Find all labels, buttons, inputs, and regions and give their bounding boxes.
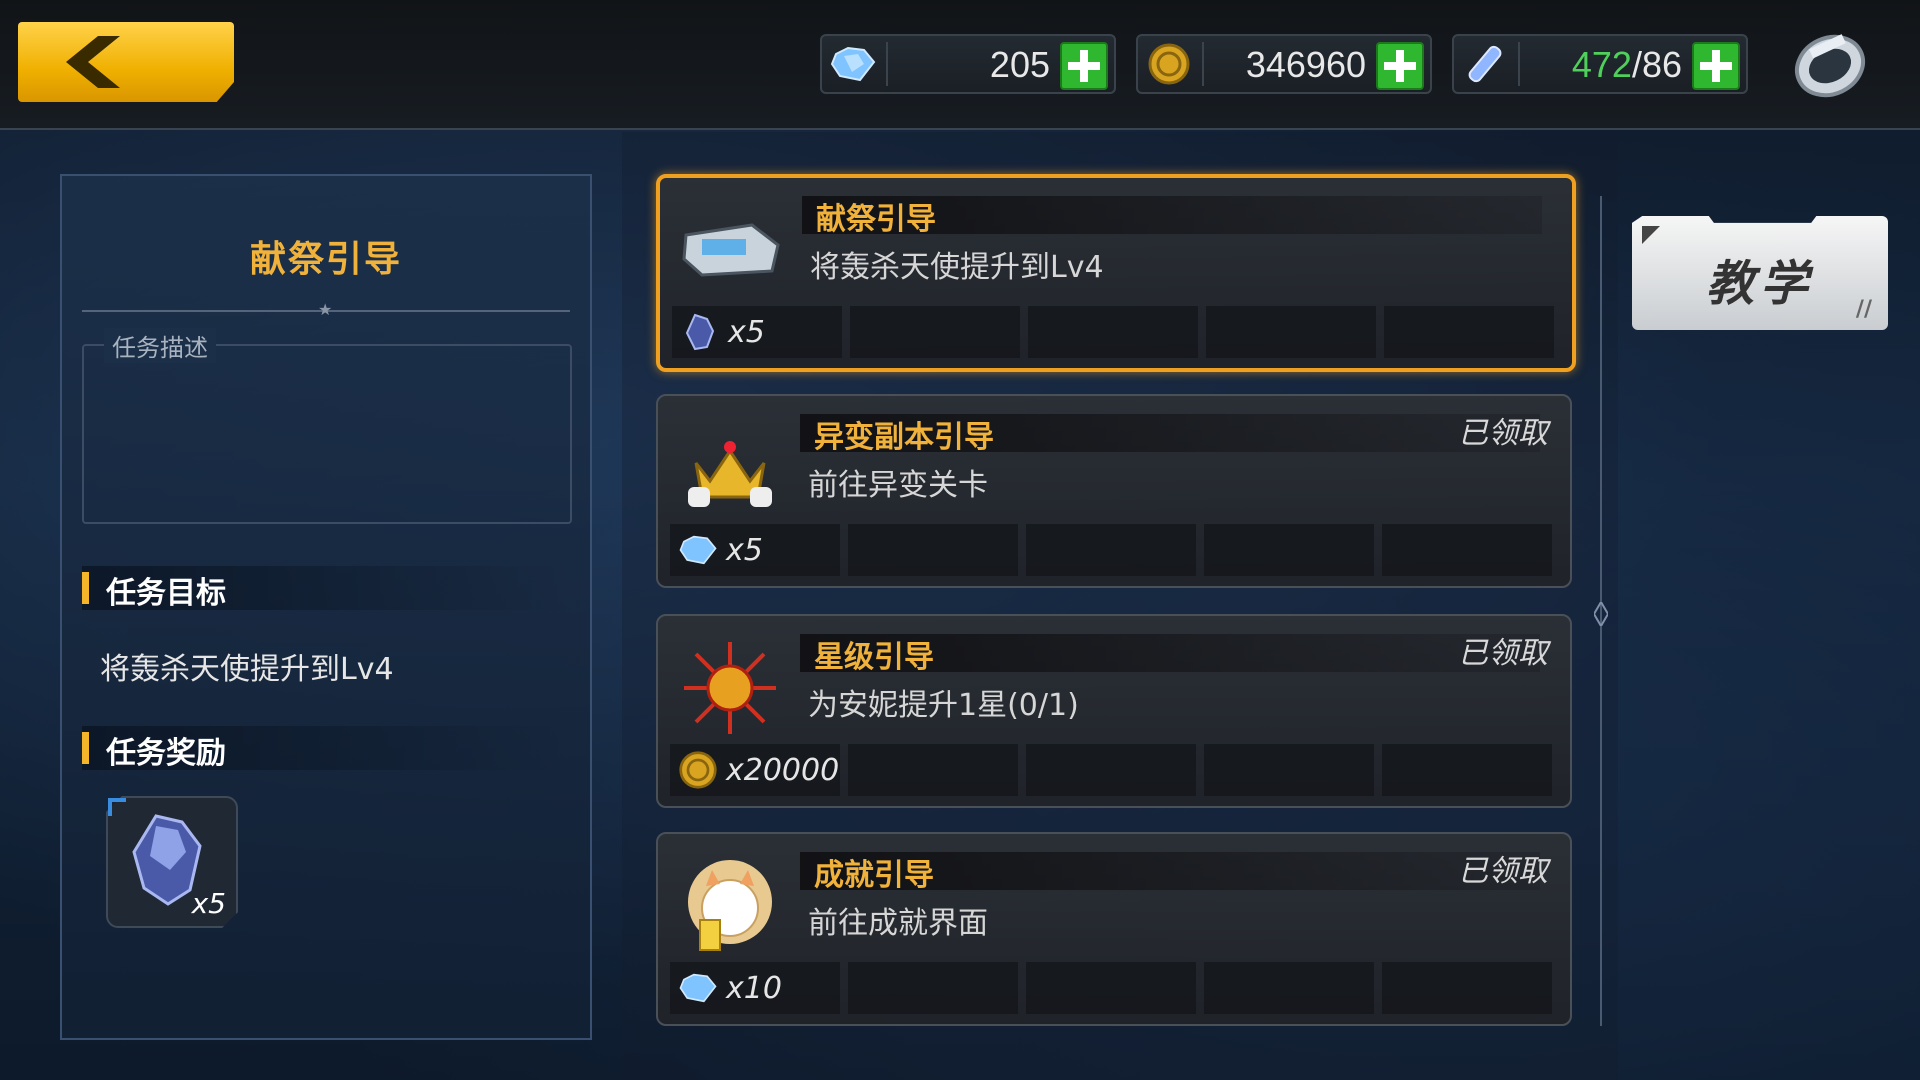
reward-slot-empty [1206, 306, 1376, 358]
back-button[interactable] [18, 22, 234, 102]
reward-heading: 任务奖励 [82, 726, 570, 771]
gold-coin-icon [1144, 42, 1194, 86]
gauntlet-icon [680, 200, 784, 300]
description-box: 任务描述 [82, 328, 572, 524]
energy-counter: 472/86 [1452, 34, 1748, 94]
reward-slot: x5 [670, 524, 840, 576]
reward-slot-empty [850, 306, 1020, 358]
gold-counter: 346960 [1136, 34, 1432, 94]
goal-text: 将轰杀天使提升到Lv4 [100, 652, 394, 687]
lucky-cat-icon [678, 856, 782, 956]
reward-slot-empty [1026, 962, 1196, 1014]
scroll-handle[interactable] [1594, 602, 1608, 626]
energy-max: /86 [1631, 44, 1682, 85]
quest-card[interactable]: 异变副本引导 已领取 前往异变关卡 x5 [656, 394, 1572, 588]
quest-detail-title: 献祭引导 [249, 239, 402, 280]
sun-icon [678, 638, 782, 738]
quest-rewards: x5 [672, 306, 1560, 358]
reward-slot: x20000 [670, 744, 840, 796]
quest-rewards: x20000 [670, 744, 1558, 796]
selection-corner [108, 798, 126, 816]
diamond-counter: 205 [820, 34, 1116, 94]
energy-count: 472/86 [1572, 44, 1682, 86]
slash-decoration: // [1855, 297, 1872, 322]
gold-count: 346960 [1245, 44, 1366, 85]
separator [1518, 42, 1520, 86]
reward-slot-empty [1204, 962, 1374, 1014]
chevron-left-icon [66, 36, 120, 88]
reward-slot-empty [1382, 524, 1552, 576]
reward-quantity: x5 [191, 887, 226, 920]
goal-heading: 任务目标 [82, 566, 570, 611]
quest-description: 为安妮提升1星(0/1) [808, 688, 1079, 723]
separator [886, 42, 888, 86]
energy-current: 472 [1571, 44, 1632, 85]
reward-slot-empty [1028, 306, 1198, 358]
corner-triangle [1642, 226, 1660, 244]
reward-slot-empty [1382, 744, 1552, 796]
quest-rewards: x10 [670, 962, 1558, 1014]
reward-quantity: x5 [728, 314, 765, 350]
crown-icon [678, 418, 782, 518]
energy-vial-icon [1460, 42, 1510, 86]
quest-name: 献祭引导 [816, 202, 936, 237]
star-icon: ★ [318, 300, 333, 319]
tutorial-button[interactable]: 教学 // [1632, 216, 1888, 330]
reward-slot-empty [1204, 524, 1374, 576]
quest-description: 前往异变关卡 [808, 468, 988, 503]
reward-slot-empty [1382, 962, 1552, 1014]
reward-quantity: x5 [726, 532, 763, 568]
claimed-status: 已领取 [1458, 636, 1548, 671]
goal-heading-text: 任务目标 [106, 576, 226, 611]
quest-name: 异变副本引导 [814, 420, 994, 455]
tutorial-label: 教学 [1705, 256, 1814, 312]
separator [1202, 42, 1204, 86]
add-diamonds-button[interactable] [1060, 42, 1108, 90]
claimed-status: 已领取 [1458, 854, 1548, 889]
gold-coin-icon [678, 750, 718, 790]
reward-slot-empty [1026, 524, 1196, 576]
reward-quantity: x10 [726, 970, 782, 1006]
quest-card[interactable]: 献祭引导 将轰杀天使提升到Lv4 x5 [656, 174, 1576, 372]
quest-card[interactable]: 星级引导 已领取 为安妮提升1星(0/1) x20000 [656, 614, 1572, 808]
settings-icon[interactable] [1788, 26, 1872, 102]
reward-heading-text: 任务奖励 [106, 736, 226, 771]
quest-detail-panel: 献祭引导 ★ 任务描述 任务目标 将轰杀天使提升到Lv4 任务奖励 x5 [60, 174, 592, 1040]
quest-description: 前往成就界面 [808, 906, 988, 941]
heading-bar [82, 572, 89, 604]
quest-name: 成就引导 [814, 858, 934, 893]
claimed-status: 已领取 [1458, 416, 1548, 451]
description-label: 任务描述 [104, 328, 216, 363]
quest-card[interactable]: 成就引导 已领取 前往成就界面 x10 [656, 832, 1572, 1026]
quest-name: 星级引导 [814, 640, 934, 675]
reward-slot-empty [848, 744, 1018, 796]
diamond-icon [678, 968, 718, 1008]
crystal-icon [680, 312, 720, 352]
reward-slot-empty [1204, 744, 1374, 796]
top-bar: 205 346960 472/86 [0, 0, 1920, 130]
reward-quantity: x20000 [726, 752, 840, 788]
reward-slot: x10 [670, 962, 840, 1014]
diamond-count: 205 [989, 44, 1050, 85]
add-gold-button[interactable] [1376, 42, 1424, 90]
reward-slot-empty [1026, 744, 1196, 796]
heading-bar [82, 732, 89, 764]
diamond-icon [678, 530, 718, 570]
reward-slot: x5 [672, 306, 842, 358]
quest-rewards: x5 [670, 524, 1558, 576]
reward-slot-empty [848, 524, 1018, 576]
reward-slot-empty [848, 962, 1018, 1014]
reward-slot-empty [1384, 306, 1554, 358]
quest-description: 将轰杀天使提升到Lv4 [810, 250, 1104, 285]
diamond-icon [828, 42, 878, 86]
add-energy-button[interactable] [1692, 42, 1740, 90]
